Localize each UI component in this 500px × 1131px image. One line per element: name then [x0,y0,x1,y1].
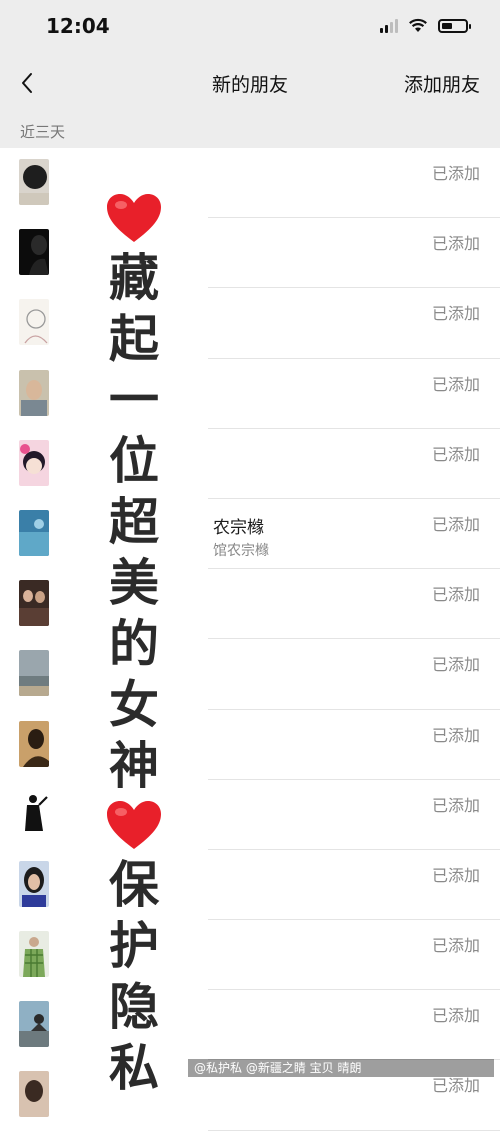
caption-char: 女 [109,676,159,734]
caption-char: 神 [109,737,159,795]
added-status-label: 已添加 [431,795,480,815]
avatar[interactable] [19,159,49,205]
avatar[interactable] [19,931,49,978]
avatar[interactable] [19,790,49,837]
added-status-label: 已添加 [431,514,480,534]
overlay-caption: 藏起一位超美的女神保护隐私 [60,190,208,1099]
status-time: 12:04 [46,14,110,38]
avatar[interactable] [19,1001,49,1048]
added-status-label: 已添加 [431,444,480,464]
watermark: @私护私 @新疆之睛 宝贝 晴朗 [188,1059,494,1077]
avatar[interactable] [19,439,49,486]
caption-char: 藏 [109,249,159,307]
added-status-label: 已添加 [431,585,480,605]
caption-char: 私 [109,1039,159,1097]
battery-level [442,22,452,29]
caption-char: 一 [109,371,159,429]
nav-bar: 新的朋友 添加朋友 [0,58,500,108]
avatar[interactable] [19,509,49,556]
contact-name: 农宗橼 [213,517,264,538]
added-status-label: 已添加 [431,234,480,254]
battery-icon [438,18,471,33]
caption-char: 护 [109,917,159,975]
section-header: 近三天 [0,108,500,148]
avatar[interactable] [19,650,49,697]
avatar[interactable] [19,1071,49,1118]
avatar[interactable] [19,299,49,346]
add-friend-button[interactable]: 添加朋友 [404,70,480,97]
caption-char: 起 [109,310,159,368]
caption-char: 超 [109,493,159,551]
caption-char: 美 [109,554,159,612]
heart-icon [105,799,163,851]
heart-icon [105,192,163,244]
wifi-icon [409,18,427,32]
status-bar: 12:04 [0,0,500,58]
contact-note: 馆农宗橼 [213,542,269,559]
added-status-label: 已添加 [431,304,480,324]
status-icons [380,18,471,33]
avatar[interactable] [19,369,49,416]
added-status-label: 已添加 [431,1006,480,1026]
section-label: 近三天 [20,123,66,141]
added-status-label: 已添加 [431,865,480,885]
avatar[interactable] [19,580,49,627]
added-status-label: 已添加 [431,374,480,394]
row-divider [208,1129,500,1131]
added-status-label: 已添加 [431,936,480,956]
sticker-overlay: 藏起一位超美的女神保护隐私 [60,178,208,1097]
added-status-label: 已添加 [431,725,480,745]
added-status-label: 已添加 [431,655,480,675]
caption-char: 保 [109,856,159,914]
added-status-label: 已添加 [431,164,480,183]
caption-char: 的 [109,615,159,673]
caption-char: 位 [109,432,159,490]
cellular-signal-icon [380,18,398,33]
caption-char: 隐 [109,978,159,1036]
avatar[interactable] [19,229,49,276]
avatar[interactable] [19,720,49,767]
avatar[interactable] [19,860,49,907]
